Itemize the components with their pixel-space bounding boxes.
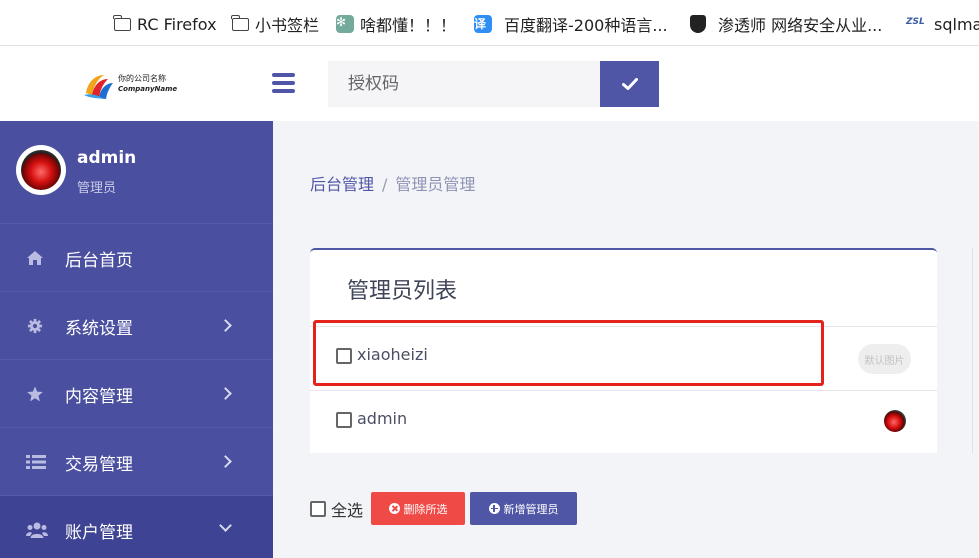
chevron-right-icon [219,387,232,400]
bookmark-pentester[interactable]: 渗透师 网络安全从业... [690,12,882,36]
delete-selected-button[interactable]: 删除所选 [371,492,465,525]
star-icon [27,386,43,402]
bookmarks-bar: RC Firefox 小书签栏 ✻ 啥都懂！！！ 译 百度翻译-200种语言..… [0,0,979,46]
bookmark-sqlmap[interactable]: ZSL sqlma [906,12,979,36]
avatar[interactable] [16,145,66,195]
user-name: admin [77,148,137,168]
chevron-right-icon [219,455,232,468]
close-circle-icon [388,503,400,514]
logo-name-en: CompanyName [118,85,178,93]
chevron-down-icon [219,519,232,532]
checkbox-icon [310,501,326,517]
sidebar-item-label: 账户管理 [65,523,133,543]
auth-submit-button[interactable] [600,61,659,107]
bookmark-bookmarklets[interactable]: 小书签栏 [231,12,320,36]
auth-code-input[interactable] [328,61,600,107]
row-checkbox[interactable] [336,412,352,428]
card-title: 管理员列表 [347,279,458,304]
folder-icon [113,14,131,31]
sidebar-item-content[interactable]: 内容管理 [0,360,273,428]
folder-icon [231,14,249,31]
sidebar: admin 管理员 后台首页 系统设置 内容管理 交易管理 账户管理 [0,121,273,558]
bookmark-rc-firefox[interactable]: RC Firefox [113,12,217,36]
admin-avatar [884,410,906,432]
admin-list-card: 管理员列表 xiaoheizi 默认图片 admin [310,248,937,453]
sidebar-item-dashboard[interactable]: 后台首页 [0,224,273,292]
menu-toggle-icon[interactable] [272,73,295,93]
add-admin-button[interactable]: 新增管理员 [470,492,577,525]
default-image-badge: 默认图片 [858,344,911,374]
shield-icon [690,15,706,33]
home-icon [27,251,43,265]
sidebar-item-label: 后台首页 [65,251,133,271]
breadcrumb-current: 管理员管理 [395,175,476,194]
chevron-right-icon [219,319,232,332]
gear-icon [27,318,43,334]
select-all-checkbox[interactable]: 全选 [310,497,363,521]
bookmark-label: sqlma [934,14,979,34]
user-role: 管理员 [77,181,117,196]
sidebar-item-label: 系统设置 [65,319,133,339]
company-logo[interactable]: 你的公司名称 CompanyName [82,69,182,103]
sidebar-item-system-settings[interactable]: 系统设置 [0,292,273,360]
bookmark-chatgpt[interactable]: ✻ 啥都懂！！！ [336,12,456,36]
select-all-label: 全选 [331,501,364,520]
adjacent-card-edge [972,248,979,453]
table-row: xiaoheizi 默认图片 [310,326,937,390]
delete-selected-label: 删除所选 [403,502,448,516]
speaker-avatar-icon [21,150,61,190]
list-icon [26,455,46,469]
bookmark-label: 渗透师 网络安全从业... [718,16,883,35]
user-panel: admin 管理员 [0,121,273,224]
sidebar-item-accounts[interactable]: 账户管理 [0,496,273,558]
breadcrumb-root[interactable]: 后台管理 [310,175,374,194]
logo-name-cn: 你的公司名称 [118,74,166,83]
table-row: admin [310,390,937,454]
add-admin-label: 新增管理员 [503,502,559,516]
chatgpt-icon: ✻ [336,15,354,33]
logo-mark-icon [84,75,113,99]
bookmark-baidu-translate[interactable]: 译 百度翻译-200种语言... [474,12,668,36]
sidebar-item-label: 交易管理 [65,455,133,475]
top-header: 你的公司名称 CompanyName [0,46,979,121]
admin-name: xiaoheizi [357,345,428,364]
admin-name: admin [357,409,408,428]
row-checkbox[interactable] [336,348,352,364]
breadcrumb: 后台管理 / 管理员管理 [310,171,475,195]
sidebar-item-transactions[interactable]: 交易管理 [0,428,273,496]
plus-circle-icon [488,503,500,514]
bookmark-label: 小书签栏 [255,16,320,35]
breadcrumb-separator: / [382,175,388,194]
bookmark-label: 百度翻译-200种语言... [504,16,668,35]
users-icon [26,522,48,538]
translate-icon: 译 [474,15,492,33]
zsl-icon: ZSL [906,17,925,27]
bookmark-label: 啥都懂！！！ [360,16,457,35]
check-icon [621,78,638,90]
bookmark-label: RC Firefox [137,14,217,34]
sidebar-item-label: 内容管理 [65,387,133,407]
